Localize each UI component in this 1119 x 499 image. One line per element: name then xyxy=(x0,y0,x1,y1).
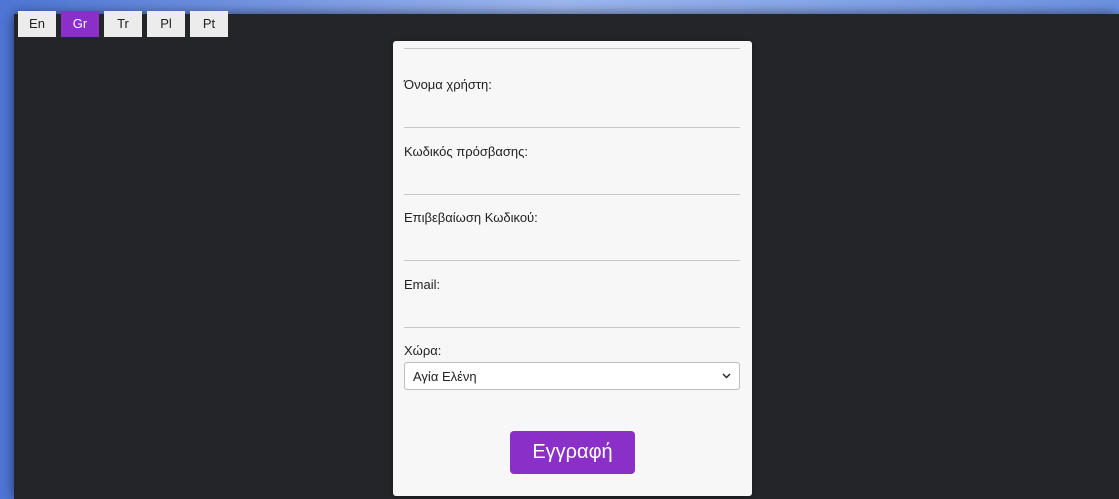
email-field: Email: xyxy=(404,277,740,328)
username-label: Όνομα χρήστη: xyxy=(404,77,492,92)
email-label: Email: xyxy=(404,277,441,292)
top-divider xyxy=(404,48,740,49)
lang-button-gr[interactable]: Gr xyxy=(61,11,99,37)
country-select[interactable]: Αγία Ελένη xyxy=(404,362,740,390)
username-field: Όνομα χρήστη: xyxy=(404,77,740,128)
language-switcher: En Gr Tr Pl Pt xyxy=(18,11,228,37)
registration-form: Όνομα χρήστη: Κωδικός πρόσβασης: Επιβεβα… xyxy=(393,41,752,496)
username-input[interactable] xyxy=(404,103,740,128)
chevron-down-icon xyxy=(721,371,731,381)
register-button[interactable]: Εγγραφή xyxy=(510,431,635,474)
confirm-password-input[interactable] xyxy=(404,236,740,261)
country-label: Χώρα: xyxy=(404,343,442,358)
lang-button-tr[interactable]: Tr xyxy=(104,11,142,37)
lang-button-pl[interactable]: Pl xyxy=(147,11,185,37)
password-label: Κωδικός πρόσβασης: xyxy=(404,144,528,159)
lang-button-en[interactable]: En xyxy=(18,11,56,37)
lang-button-pt[interactable]: Pt xyxy=(190,11,228,37)
password-input[interactable] xyxy=(404,170,740,195)
confirm-password-label: Επιβεβαίωση Κωδικού: xyxy=(404,210,538,225)
password-field: Κωδικός πρόσβασης: xyxy=(404,144,740,195)
country-selected-value: Αγία Ελένη xyxy=(413,368,477,384)
email-input[interactable] xyxy=(404,303,740,328)
country-field: Χώρα: xyxy=(404,343,740,358)
confirm-password-field: Επιβεβαίωση Κωδικού: xyxy=(404,210,740,261)
